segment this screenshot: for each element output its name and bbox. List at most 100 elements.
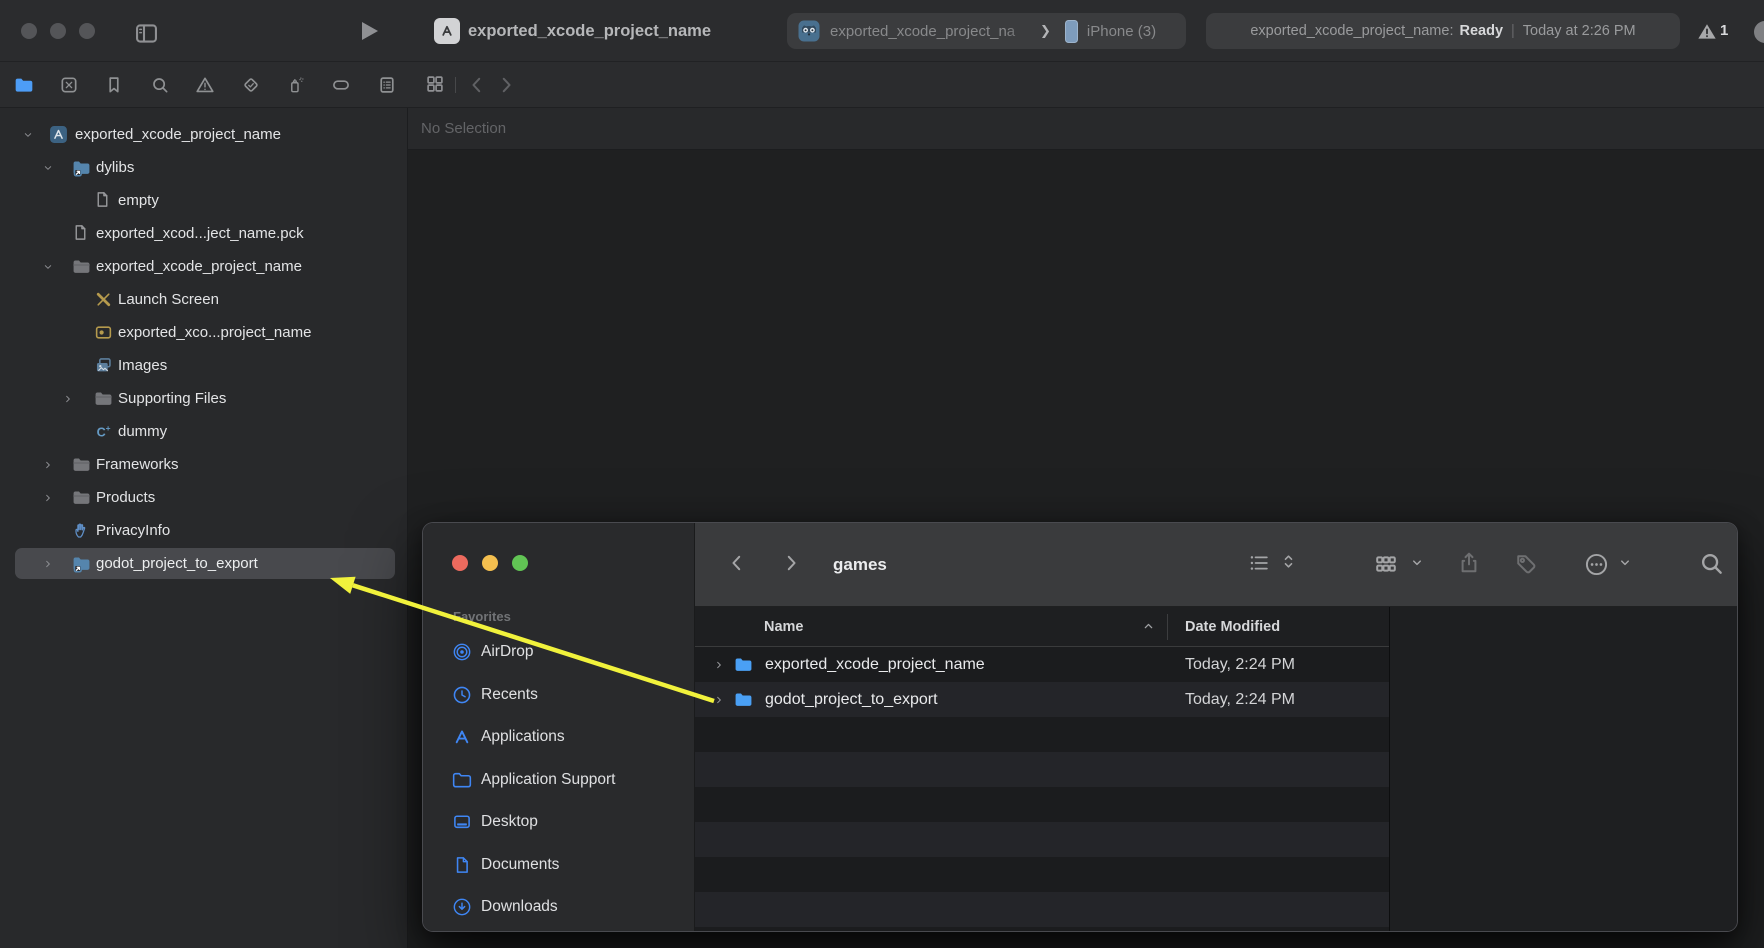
disclosure-open-icon[interactable]: [42, 151, 54, 184]
sidebar-item-dummy[interactable]: C+dummy: [0, 415, 407, 448]
finder-location-title: games: [833, 523, 887, 606]
navigator-tab-debug[interactable]: [273, 62, 318, 107]
forward-chevron-icon[interactable]: [781, 553, 801, 573]
favorites-item-application-support[interactable]: Application Support: [423, 759, 695, 802]
disclosure-open-icon[interactable]: [22, 118, 34, 151]
disclosure-closed-icon[interactable]: [42, 481, 54, 514]
file-row-godot_project_to_export[interactable]: godot_project_to_export Today, 2:24 PM: [695, 682, 1389, 717]
sidebar-item-frameworks[interactable]: Frameworks: [0, 448, 407, 481]
item-label: Images: [118, 349, 167, 382]
scheme-selector[interactable]: exported_xcode_project_na ❯ iPhone (3): [787, 13, 1186, 49]
run-destination[interactable]: iPhone (3): [1087, 23, 1156, 40]
search-icon[interactable]: [1699, 551, 1724, 576]
disclosure-closed-icon[interactable]: [42, 547, 54, 580]
disclosure-closed-icon[interactable]: [62, 382, 74, 415]
sidebar-item-exported-xcode-project-name[interactable]: exported_xcode_project_name: [0, 118, 407, 151]
column-divider[interactable]: [1167, 614, 1168, 640]
finder-sidebar: Favorites AirDrop Recents Applications A…: [423, 523, 695, 931]
disclosure-closed-icon[interactable]: [713, 682, 725, 717]
status-divider: |: [1511, 23, 1515, 39]
tag-icon[interactable]: [1514, 552, 1538, 576]
folder-gray-icon: [72, 488, 91, 507]
favorites-item-recents[interactable]: Recents: [423, 674, 695, 717]
minimize-button[interactable]: [50, 23, 66, 39]
navigator-tab-bookmark[interactable]: [92, 62, 137, 107]
sidebar-item-images[interactable]: Images: [0, 349, 407, 382]
folder-blue-ref-icon: [72, 158, 91, 177]
run-button[interactable]: [362, 22, 378, 40]
screen: exported_xcode_project_name exported_xco…: [0, 0, 1764, 948]
item-label: Applications: [481, 716, 565, 759]
navigator-tab-search[interactable]: [137, 62, 182, 107]
scheme-separator: ❯: [1040, 23, 1051, 39]
close-button[interactable]: [21, 23, 37, 39]
zoom-button[interactable]: [79, 23, 95, 39]
sidebar-item-products[interactable]: Products: [0, 481, 407, 514]
sidebar-item-supporting-files[interactable]: Supporting Files: [0, 382, 407, 415]
desktop-icon: [452, 812, 472, 832]
nav-breakpoint-icon: [331, 75, 351, 95]
empty-row: [695, 857, 1389, 892]
forward-chevron-icon[interactable]: [496, 75, 516, 95]
sidebar-item-exported-xco-project-name[interactable]: exported_xco...project_name: [0, 316, 407, 349]
chevron-down-icon[interactable]: [1618, 556, 1632, 570]
navigator-tab-report[interactable]: [364, 62, 409, 107]
related-items-grid-icon[interactable]: [425, 74, 445, 94]
warning-count[interactable]: 1: [1720, 0, 1728, 62]
navigator-tab-source-control[interactable]: [46, 62, 91, 107]
navigator-tab-test[interactable]: [228, 62, 273, 107]
favorites-item-desktop[interactable]: Desktop: [423, 801, 695, 844]
file-date-modified: Today, 2:24 PM: [1185, 682, 1295, 717]
navigator-tab-bar: [0, 62, 1764, 108]
navigator-tab-breakpoint[interactable]: [319, 62, 364, 107]
column-header-date-modified[interactable]: Date Modified: [1185, 607, 1280, 647]
item-label: Desktop: [481, 801, 538, 844]
favorites-item-airdrop[interactable]: AirDrop: [423, 631, 695, 674]
file-row-exported_xcode_project_name[interactable]: exported_xcode_project_name Today, 2:24 …: [695, 647, 1389, 682]
clock-icon: [452, 685, 472, 705]
column-header-name[interactable]: Name: [764, 607, 804, 647]
sort-updown-icon[interactable]: [1280, 553, 1297, 570]
navigator-tab-warning[interactable]: [183, 62, 228, 107]
sort-ascending-icon[interactable]: [1142, 620, 1155, 633]
nav-test-icon: [241, 75, 261, 95]
account-avatar[interactable]: [1754, 21, 1764, 43]
disclosure-closed-icon[interactable]: [713, 647, 725, 682]
zoom-button[interactable]: [512, 555, 528, 571]
list-empty-pane: [1390, 607, 1737, 931]
disclosure-open-icon[interactable]: [42, 250, 54, 283]
empty-row: [695, 717, 1389, 752]
favorites-section-label: Favorites: [453, 609, 511, 624]
sidebar-item-launch-screen[interactable]: Launch Screen: [0, 283, 407, 316]
activity-status: exported_xcode_project_name: Ready | Tod…: [1206, 13, 1680, 49]
back-chevron-icon[interactable]: [727, 553, 747, 573]
sidebar-item-exported-xcod-ject-name-pck[interactable]: exported_xcod...ject_name.pck: [0, 217, 407, 250]
close-button[interactable]: [452, 555, 468, 571]
back-chevron-icon[interactable]: [467, 75, 487, 95]
toggle-sidebar-icon[interactable]: [134, 21, 159, 46]
sidebar-item-dylibs[interactable]: dylibs: [0, 151, 407, 184]
favorites-list: AirDrop Recents Applications Application…: [423, 631, 695, 929]
group-grid-icon[interactable]: [1374, 552, 1398, 576]
svg-text:C: C: [97, 425, 106, 439]
minimize-button[interactable]: [482, 555, 498, 571]
favorites-item-documents[interactable]: Documents: [423, 844, 695, 887]
sidebar-item-empty[interactable]: empty: [0, 184, 407, 217]
svg-text:+: +: [106, 423, 111, 433]
item-label: dylibs: [96, 151, 134, 184]
navigator-tab-folder[interactable]: [1, 62, 46, 107]
empty-row: [695, 892, 1389, 927]
favorites-item-applications[interactable]: Applications: [423, 716, 695, 759]
share-icon[interactable]: [1457, 551, 1481, 575]
plist-icon: [94, 323, 113, 342]
favorites-item-downloads[interactable]: Downloads: [423, 886, 695, 929]
more-circle-icon[interactable]: [1584, 552, 1609, 577]
chevron-down-icon[interactable]: [1410, 556, 1424, 570]
sidebar-item-privacyinfo[interactable]: PrivacyInfo: [0, 514, 407, 547]
list-view-icon[interactable]: [1248, 552, 1270, 574]
item-label: Application Support: [481, 759, 615, 802]
warning-icon[interactable]: [1697, 22, 1717, 42]
disclosure-closed-icon[interactable]: [42, 448, 54, 481]
sidebar-item-exported-xcode-project-name[interactable]: exported_xcode_project_name: [0, 250, 407, 283]
sidebar-item-godot-project-to-export[interactable]: godot_project_to_export: [0, 547, 407, 580]
